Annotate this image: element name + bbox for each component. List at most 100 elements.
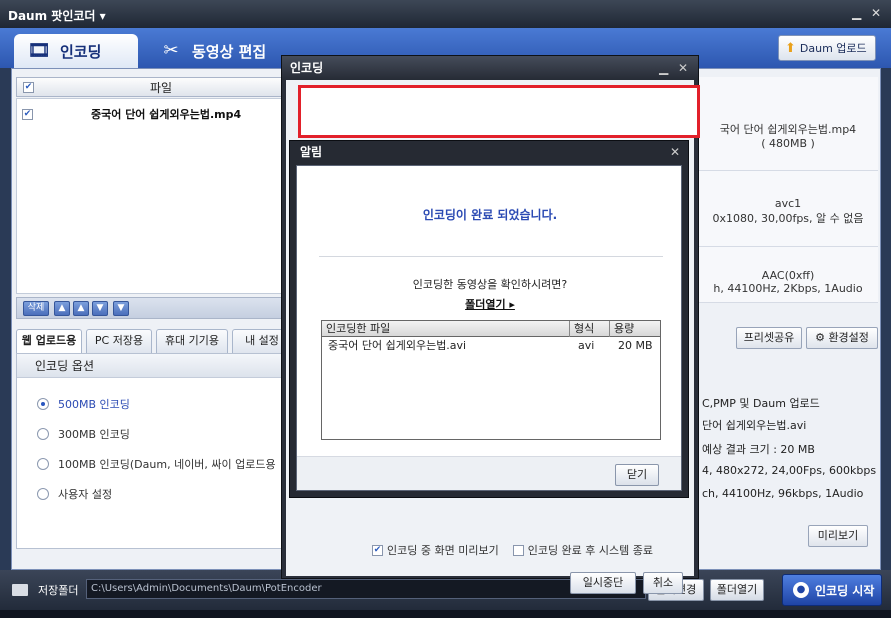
file-info-block: 국어 단어 쉽게외우는법.mp4 ( 480MB ) (698, 77, 878, 171)
option-300mb-label: 300MB 인코딩 (58, 428, 130, 441)
save-folder-label: 저장폴더 (12, 582, 78, 598)
start-encoding-button[interactable]: ● 인코딩 시작 (782, 574, 882, 606)
delete-button[interactable]: 삭제 (23, 301, 49, 316)
gear-icon: ⚙ (815, 331, 825, 344)
tab-web-upload[interactable]: 웹 업로드용 (16, 329, 82, 353)
tab-pc-save[interactable]: PC 저장용 (86, 329, 152, 353)
cancel-button[interactable]: 취소 (643, 572, 683, 594)
option-500mb[interactable]: 500MB 인코딩 (37, 396, 130, 412)
col-file: 인코딩한 파일 (322, 321, 570, 337)
folder-icon (12, 584, 28, 596)
output-summary: C,PMP 및 Daum 업로드 단어 쉽게외우는법.avi 예상 결과 크기 … (698, 387, 878, 517)
move-down-icon[interactable]: ▼ (92, 301, 108, 316)
close-icon[interactable]: ✕ (871, 6, 881, 20)
file-list[interactable] (16, 98, 289, 294)
divider (319, 256, 663, 257)
move-up-icon[interactable]: ▲ (73, 301, 89, 316)
option-custom-label: 사용자 설정 (58, 488, 113, 501)
options-title: 인코딩 옵션 (17, 354, 315, 378)
close-icon[interactable]: ✕ (678, 56, 688, 80)
summary-size: 예상 결과 크기 : 20 MB (702, 443, 815, 456)
preview-checkbox[interactable]: ✔ (372, 544, 383, 556)
start-encoding-label: 인코딩 시작 (815, 583, 875, 598)
minimize-icon[interactable]: ▁ (659, 56, 668, 80)
col-size: 용량 (614, 322, 635, 335)
file-name: 중국어 단어 쉽게외우는법.mp4 (91, 108, 242, 121)
summary-video: 4, 480x272, 24,00Fps, 600kbps (702, 464, 877, 477)
alert-title-text: 알림 (300, 145, 323, 159)
summary-target: C,PMP 및 Daum 업로드 (702, 397, 820, 410)
close-icon[interactable]: ✕ (670, 141, 680, 163)
minimize-icon[interactable]: ▁ (852, 6, 861, 20)
radio-icon[interactable] (37, 488, 49, 500)
option-500mb-label: 500MB 인코딩 (58, 398, 130, 411)
app-title[interactable]: Daum 팟인코더 ▾ (8, 7, 106, 24)
result-size: 20 MB (618, 339, 653, 352)
encoding-dialog-title-text: 인코딩 (290, 61, 324, 75)
info-video-detail: 0x1080, 30,00fps, 알 수 없음 (712, 212, 864, 225)
encoding-dialog-title: 인코딩 ▁ ✕ (282, 56, 698, 80)
encoding-options-panel: 인코딩 옵션 500MB 인코딩 300MB 인코딩 100MB 인코딩(Dau… (16, 353, 316, 549)
radio-icon[interactable] (37, 428, 49, 440)
alert-dialog: 알림 ✕ 인코딩이 완료 되었습니다. 인코딩한 동영상을 확인하시려면? 폴더… (289, 140, 689, 498)
option-100mb-label: 100MB 인코딩(Daum, 네이버, 싸이 업로드용 (58, 458, 276, 471)
scissors-icon: ✂ (163, 40, 179, 61)
shutdown-checkbox[interactable] (512, 544, 524, 556)
upload-arrow-icon: ⬆ (785, 40, 796, 56)
open-folder-link[interactable]: 폴더열기 ▸ (297, 296, 683, 312)
pause-button[interactable]: 일시중단 (570, 572, 636, 594)
info-video-codec: avc1 (774, 197, 802, 210)
info-audio-detail: h, 44100Hz, 2Kbps, 1Audio (713, 282, 863, 295)
media-info-panel: 국어 단어 쉽게외우는법.mp4 ( 480MB ) avc1 0x1080, … (698, 77, 878, 303)
tab-video-edit[interactable]: ✂ 동영상 편집 (146, 34, 276, 68)
summary-file: 단어 쉽게외우는법.avi (702, 419, 807, 432)
preview-button[interactable]: 미리보기 (808, 525, 868, 547)
move-last-icon[interactable]: ▼ (113, 301, 129, 316)
file-checkbox[interactable]: ✔ (22, 108, 33, 120)
check-question: 인코딩한 동영상을 확인하시려면? (412, 278, 568, 291)
info-file-name: 국어 단어 쉽게외우는법.mp4 (719, 123, 857, 136)
completion-message: 인코딩이 완료 되었습니다. (422, 208, 558, 222)
daum-upload-label: Daum 업로드 (799, 42, 867, 55)
radio-icon[interactable] (37, 458, 49, 470)
info-file-size: ( 480MB ) (761, 137, 815, 150)
file-list-header: ✔ 파일 (16, 77, 289, 97)
preset-share-button[interactable]: 프리셋공유 (736, 327, 802, 349)
open-folder-button[interactable]: 폴더열기 (710, 579, 764, 601)
highlight-box (298, 85, 700, 138)
film-reel-icon: 🎞 (27, 40, 51, 61)
alert-footer: 닫기 (297, 456, 681, 490)
option-custom[interactable]: 사용자 설정 (37, 486, 112, 502)
list-item[interactable]: ✔ 중국어 단어 쉽게외우는법.mp4 (16, 105, 289, 123)
radio-selected-icon[interactable] (37, 398, 49, 410)
preview-during-label: 인코딩 중 화면 미리보기 (387, 544, 499, 557)
taskbar (0, 610, 891, 618)
option-300mb[interactable]: 300MB 인코딩 (37, 426, 130, 442)
tab-mobile[interactable]: 휴대 기기용 (156, 329, 228, 353)
shutdown-after-label: 인코딩 완료 후 시스템 종료 (527, 544, 654, 557)
info-audio-codec: AAC(0xff) (761, 269, 815, 282)
tab-encoding[interactable]: 🎞 인코딩 (14, 34, 138, 68)
alert-body: 인코딩이 완료 되었습니다. 인코딩한 동영상을 확인하시려면? 폴더열기 ▸ … (296, 165, 682, 491)
move-first-icon[interactable]: ▲ (54, 301, 70, 316)
daum-upload-button[interactable]: ⬆ Daum 업로드 (778, 35, 876, 61)
save-folder-text: 저장폴더 (38, 584, 79, 597)
settings-button[interactable]: ⚙ 환경설정 (806, 327, 878, 349)
result-format: avi (578, 339, 595, 352)
result-file: 중국어 단어 쉽게외우는법.avi (328, 339, 467, 352)
result-table-header: 인코딩한 파일 형식 용량 (322, 321, 660, 337)
preset-tabs: 웹 업로드용 PC 저장용 휴대 기기용 내 설정 (16, 327, 296, 353)
col-format: 형식 (570, 321, 610, 337)
tab-encoding-label: 인코딩 (60, 42, 102, 61)
title-bar: Daum 팟인코더 ▾ ▁ ✕ (0, 0, 891, 28)
summary-audio: ch, 44100Hz, 96kbps, 1Audio (702, 487, 864, 500)
save-path-input[interactable]: C:\Users\Admin\Documents\Daum\PotEncoder (86, 579, 646, 599)
table-row[interactable]: 중국어 단어 쉽게외우는법.avi avi 20 MB (322, 338, 660, 354)
option-100mb[interactable]: 100MB 인코딩(Daum, 네이버, 싸이 업로드용 (37, 456, 276, 472)
select-all-checkbox[interactable]: ✔ (23, 81, 34, 93)
file-column-header: 파일 (149, 80, 173, 95)
encoding-options-checkboxes: ✔ 인코딩 중 화면 미리보기 인코딩 완료 후 시스템 종료 (372, 542, 653, 558)
alert-title: 알림 ✕ (290, 141, 688, 163)
close-button[interactable]: 닫기 (615, 464, 659, 486)
file-list-toolbar: 삭제 ▲ ▲ ▼ ▼ (16, 297, 289, 319)
